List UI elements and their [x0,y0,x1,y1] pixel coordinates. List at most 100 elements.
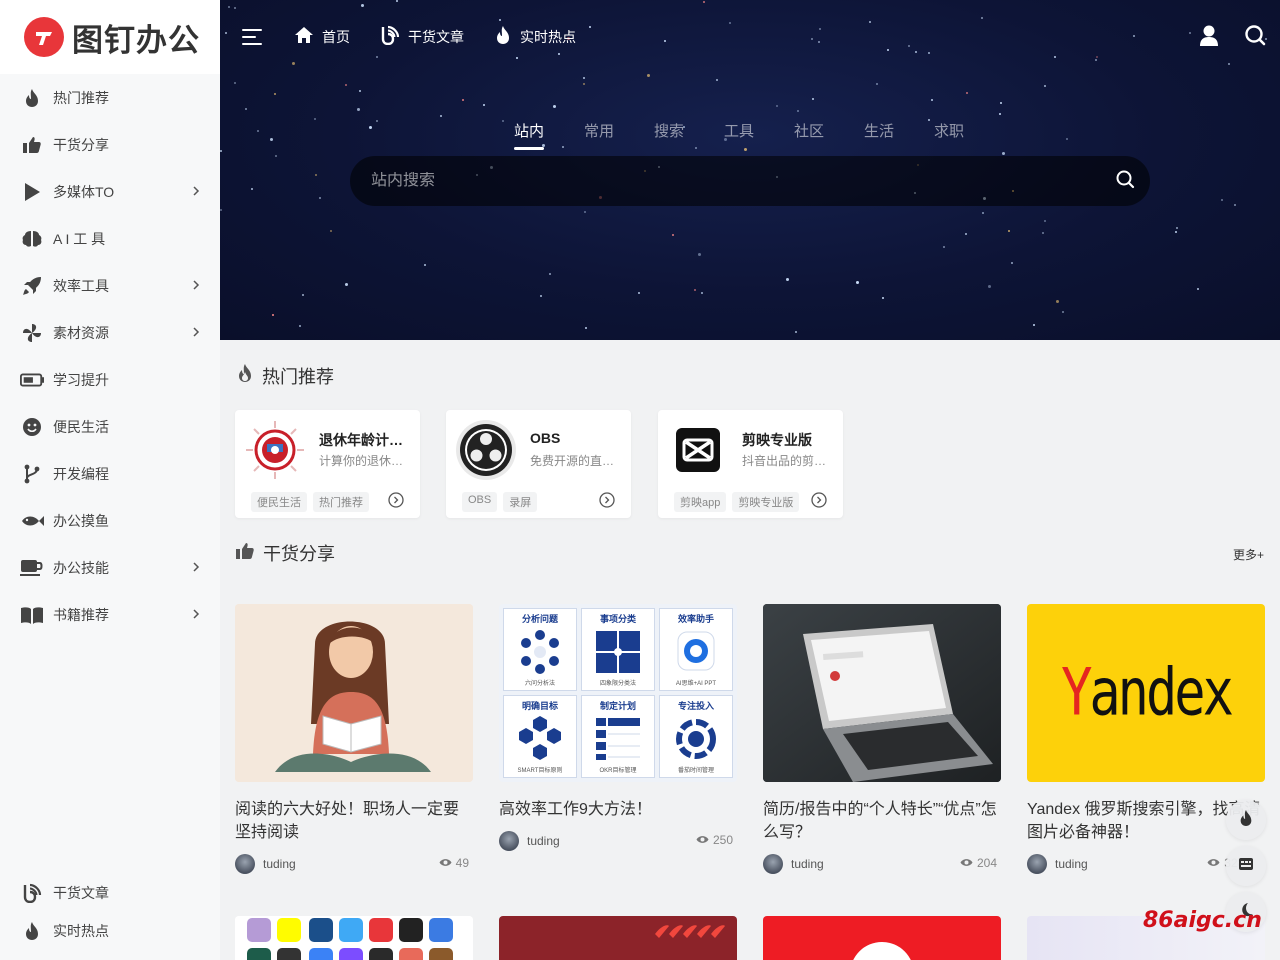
tag[interactable]: 便民生活 [251,492,307,512]
sidebar-nav: 热门推荐 干货分享 多媒体TO A I 工 具 效率工具 素材资源 学习提升 便… [0,74,220,638]
tag[interactable]: OBS [462,492,498,512]
sidebar-item-ai-tools[interactable]: A I 工 具 [0,215,220,262]
search-tab-tools[interactable]: 工具 [724,120,754,150]
play-icon [20,180,44,204]
star-dot [1011,262,1013,264]
user-icon[interactable] [1198,24,1220,53]
author-name[interactable]: tuding [791,857,824,871]
article-card-red[interactable] [499,916,737,960]
sidebar-item-articles[interactable]: 干货文章 [0,874,220,912]
search-tab-life[interactable]: 生活 [864,120,894,150]
topnav-trending[interactable]: 实时热点 [494,25,576,50]
sidebar-item-resources[interactable]: 素材资源 [0,309,220,356]
hot-card-capcut[interactable]: 剪映专业版 抖音出品的剪辑软件 剪映app 剪映专业版 [658,410,843,518]
card-description: 免费开源的直播录屏软件 [530,454,622,468]
star-dot [701,292,703,294]
search-tab-community[interactable]: 社区 [794,120,824,150]
site-name: 图钉办公 [72,22,200,59]
article-title[interactable]: 高效率工作9大方法！ [499,798,737,821]
star-dot [440,115,442,117]
sidebar-item-trending[interactable]: 实时热点 [0,912,220,950]
arrow-circle-right-icon[interactable] [388,492,404,513]
star-dot [999,113,1001,115]
article-card-brand[interactable] [763,916,1001,960]
star-dot [315,174,317,176]
star-dot [583,83,585,85]
sidebar-item-skills[interactable]: 办公技能 [0,544,220,591]
search-tab-common[interactable]: 常用 [584,120,614,150]
section-heading: 热门推荐 [262,366,334,387]
thumbs-up-icon [235,541,255,566]
more-link[interactable]: 更多+ [1233,546,1264,563]
star-dot [245,108,247,110]
cell-title: 明确目标 [521,701,558,711]
eye-icon [1207,856,1220,870]
tag[interactable]: 热门推荐 [313,492,369,512]
avatar[interactable] [763,854,783,874]
article-title[interactable]: 阅读的六大好处！职场人一定要坚持阅读 [235,798,473,844]
avatar[interactable] [235,854,255,874]
avatar[interactable] [1027,854,1047,874]
eye-icon [696,833,709,847]
avatar[interactable] [499,831,519,851]
chevron-right-icon [192,325,200,343]
search-submit-button[interactable] [1100,156,1150,206]
eye-icon [439,856,452,870]
article-card-reading[interactable]: 阅读的六大好处！职场人一定要坚持阅读 tuding 49 [235,604,473,874]
star-dot [275,155,277,157]
topnav-home[interactable]: 首页 [294,26,350,49]
hot-card-retirement[interactable]: 退休年龄计算器 计算你的退休年龄 便民生活 热门推荐 [235,410,420,518]
star-dot [1056,300,1059,303]
topnav-articles[interactable]: 干货文章 [380,25,464,50]
sidebar-item-label: 多媒体TO [53,183,115,200]
star-dot [272,314,274,316]
float-bookmark-button[interactable] [1226,846,1266,886]
sidebar-item-efficiency[interactable]: 效率工具 [0,262,220,309]
sidebar-item-label: 干货分享 [53,136,109,153]
arrow-circle-right-icon[interactable] [811,492,827,513]
sidebar-item-label: 效率工具 [53,277,109,294]
article-card-resume[interactable]: 简历/报告中的“个人特长”“优点”怎么写？ tuding 204 [763,604,1001,874]
sidebar-item-share[interactable]: 干货分享 [0,121,220,168]
arrow-circle-right-icon[interactable] [599,492,615,513]
cell-caption: OKR目标管理 [599,768,637,774]
sidebar-item-learning[interactable]: 学习提升 [0,356,220,403]
float-hot-button[interactable] [1226,800,1266,840]
menu-toggle-button[interactable] [242,26,264,48]
article-thumbnail: Yandex [1027,604,1265,782]
article-meta: tuding 250 [499,831,737,851]
search-icon[interactable] [1244,24,1266,53]
author-name[interactable]: tuding [527,834,560,848]
article-card-efficiency[interactable]: 分析问题 六问分析法 事项分类 四象限分类法 效率助手 AI思维+AI PPT … [499,604,737,851]
sidebar-item-multimedia[interactable]: 多媒体TO [0,168,220,215]
search-tab-jobs[interactable]: 求职 [934,120,964,150]
sidebar-item-slacking[interactable]: 办公摸鱼 [0,497,220,544]
star-dot [220,150,222,152]
infographic-grid: 分析问题 六问分析法 事项分类 四象限分类法 效率助手 AI思维+AI PPT … [503,608,733,778]
article-card-yandex[interactable]: Yandex Yandex 俄罗斯搜索引擎，找高清图片必备神器！ tuding … [1027,604,1265,874]
card-tags: 剪映app 剪映专业版 [674,492,800,512]
author-name[interactable]: tuding [263,857,296,871]
tag[interactable]: 剪映专业版 [732,492,800,512]
article-title[interactable]: 简历/报告中的“个人特长”“优点”怎么写？ [763,798,1001,844]
card-description: 计算你的退休年龄 [319,454,411,468]
tag[interactable]: 录屏 [503,492,538,512]
search-input[interactable] [350,172,1100,190]
card-title: 退休年龄计算器 [319,432,411,448]
grid-card-icon [1238,857,1254,876]
search-tab-site[interactable]: 站内 [513,120,544,150]
author-name[interactable]: tuding [1055,857,1088,871]
sidebar-item-life[interactable]: 便民生活 [0,403,220,450]
sidebar-item-books[interactable]: 书籍推荐 [0,591,220,638]
sidebar-item-dev[interactable]: 开发编程 [0,450,220,497]
sidebar-item-hot[interactable]: 热门推荐 [0,74,220,121]
tag[interactable]: 剪映app [674,492,727,512]
star-dot [540,295,542,297]
site-logo[interactable]: 图钉办公 [0,0,220,74]
star-dot [1008,230,1010,232]
sidebar-item-label: 学习提升 [53,371,109,388]
search-tab-search[interactable]: 搜索 [654,120,684,150]
hot-card-obs[interactable]: OBS 免费开源的直播录屏软件 OBS 录屏 [446,410,631,518]
cell-caption: 番茄时间管理 [677,768,714,774]
article-card-apps[interactable] [235,916,473,960]
